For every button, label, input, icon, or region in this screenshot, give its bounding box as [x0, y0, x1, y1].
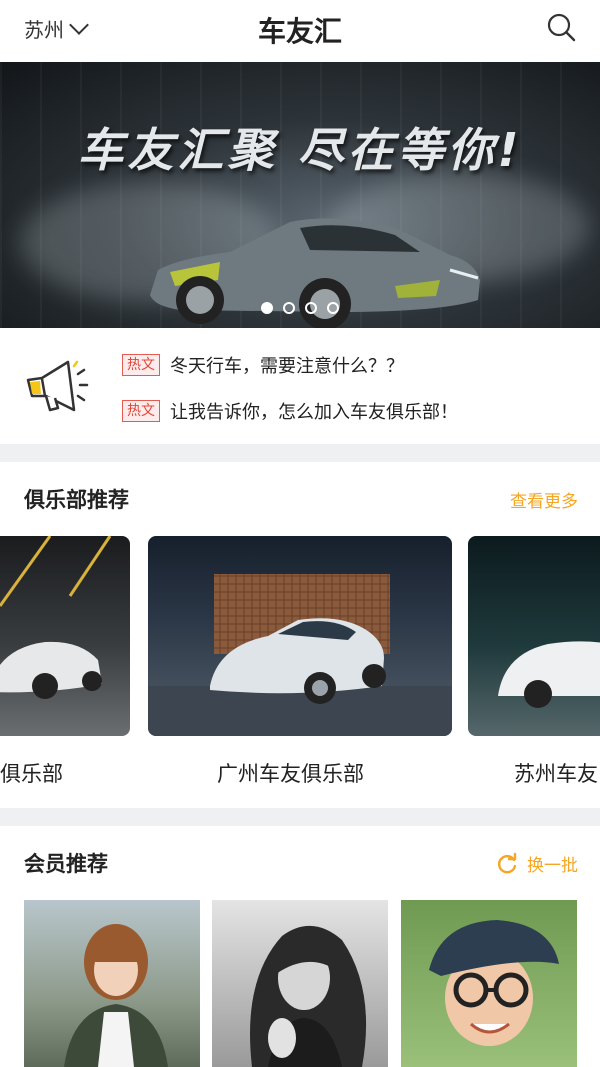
- banner-headline: 车友汇聚 尽在等你!: [77, 123, 523, 177]
- news-headline: 让我告诉你，怎么加入车友俱乐部！: [170, 402, 458, 423]
- search-icon[interactable]: [544, 10, 578, 44]
- club-card[interactable]: [468, 536, 600, 736]
- news-item[interactable]: 热文 让我告诉你，怎么加入车友俱乐部！: [122, 398, 458, 424]
- club-name[interactable]: 俱乐部: [0, 758, 63, 788]
- member-photo: [429, 920, 559, 1046]
- hot-news: 热文 冬天行车，需要注意什么？？ 热文 让我告诉你，怎么加入车友俱乐部！: [0, 328, 600, 444]
- hot-tag: 热文: [122, 354, 160, 376]
- carousel-dot[interactable]: [305, 302, 317, 314]
- member-avatar[interactable]: [24, 900, 200, 1067]
- carousel-dot[interactable]: [283, 302, 295, 314]
- carousel-dot[interactable]: [327, 302, 339, 314]
- carousel-dot[interactable]: [261, 302, 273, 314]
- carousel-indicator[interactable]: [0, 302, 600, 314]
- app-title: 车友汇: [257, 15, 342, 48]
- megaphone-icon: [26, 360, 89, 412]
- news-headline: 冬天行车，需要注意什么？？: [170, 356, 404, 377]
- club-name[interactable]: 苏州车友: [514, 758, 598, 788]
- club-car-image: [148, 574, 452, 736]
- member-section-title: 会员推荐: [24, 852, 108, 876]
- member-avatar[interactable]: [212, 900, 388, 1067]
- member-photo: [250, 925, 367, 1067]
- refresh-label: 换一批: [527, 856, 578, 876]
- club-card[interactable]: [148, 536, 452, 736]
- news-item[interactable]: 热文 冬天行车，需要注意什么？？: [122, 352, 404, 378]
- hero-banner[interactable]: 车友汇聚 尽在等你!: [0, 62, 600, 328]
- top-bar: 苏州 车友汇: [0, 0, 600, 60]
- club-card[interactable]: [0, 536, 130, 736]
- section-divider: [0, 444, 600, 462]
- refresh-button[interactable]: 换一批: [495, 851, 578, 876]
- refresh-icon: [498, 852, 517, 873]
- club-car-image: [498, 641, 600, 708]
- member-photo: [64, 924, 168, 1067]
- club-section-title: 俱乐部推荐: [24, 488, 129, 512]
- view-more-link[interactable]: 查看更多: [510, 487, 578, 512]
- club-name[interactable]: 广州车友俱乐部: [217, 758, 364, 788]
- section-divider: [0, 808, 600, 826]
- club-car-image: [0, 536, 112, 699]
- member-avatar[interactable]: [401, 900, 577, 1067]
- hot-tag: 热文: [122, 400, 160, 422]
